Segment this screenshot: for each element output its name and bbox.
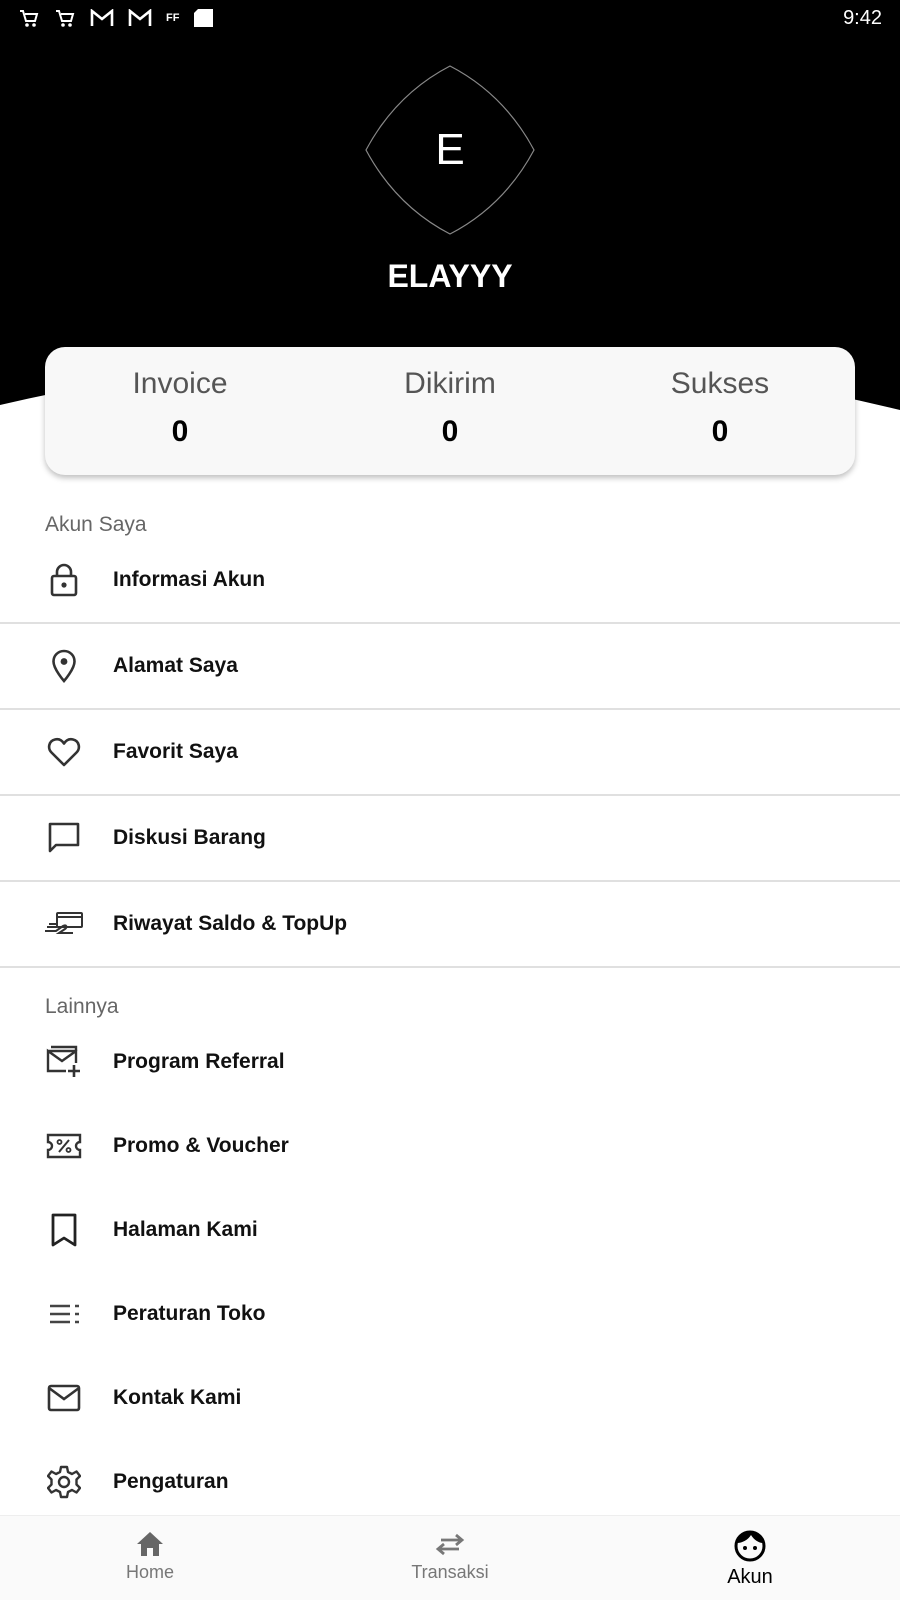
face-icon (734, 1530, 766, 1562)
list-icon (46, 1296, 82, 1332)
location-pin-icon (46, 648, 82, 684)
cart-icon (56, 10, 75, 27)
stat-value: 0 (711, 415, 729, 448)
menu-item-label: Informasi Akun (113, 568, 266, 591)
menu-item-label: Halaman Kami (113, 1218, 258, 1241)
menu-item-program-referral[interactable]: Program Referral (0, 1022, 900, 1102)
payment-hand-icon (43, 906, 85, 942)
menu-item-label: Riwayat Saldo & TopUp (113, 912, 348, 935)
menu-item-label: Peraturan Toko (113, 1302, 266, 1325)
menu-item-pengaturan[interactable]: Pengaturan (0, 1442, 900, 1522)
nav-home[interactable]: Home (0, 1516, 300, 1600)
heart-icon (46, 734, 82, 770)
stat-label: Dikirim (404, 367, 496, 400)
menu-item-alamat-saya[interactable]: Alamat Saya (0, 624, 900, 708)
bookmark-icon (46, 1212, 82, 1248)
stat-label: Sukses (670, 367, 770, 400)
ff-icon: FF (166, 12, 180, 24)
menu-item-label: Pengaturan (113, 1470, 229, 1493)
nav-label: Transaksi (411, 1562, 489, 1582)
nav-transaksi[interactable]: Transaksi (300, 1516, 600, 1600)
gmail-icon (90, 9, 114, 26)
profile-name: ELAYYY (387, 258, 513, 294)
stat-value: 0 (171, 415, 189, 448)
stat-value: 0 (441, 415, 459, 448)
stat-invoice[interactable]: Invoice 0 (45, 347, 315, 475)
menu-item-label: Diskusi Barang (113, 826, 266, 849)
swap-arrows-icon (435, 1533, 465, 1556)
divider (0, 966, 900, 968)
menu-item-halaman-kami[interactable]: Halaman Kami (0, 1190, 900, 1270)
lock-icon (46, 562, 82, 598)
menu-item-kontak-kami[interactable]: Kontak Kami (0, 1358, 900, 1438)
menu-item-peraturan-toko[interactable]: Peraturan Toko (0, 1274, 900, 1354)
stat-dikirim[interactable]: Dikirim 0 (315, 347, 585, 475)
nav-label: Home (125, 1562, 174, 1582)
section-title-akun-saya: Akun Saya (45, 513, 147, 536)
cart-icon (20, 10, 39, 27)
avatar-initial: E (435, 125, 465, 174)
menu-item-label: Kontak Kami (113, 1386, 242, 1409)
gear-icon (46, 1464, 82, 1500)
stat-label: Invoice (132, 367, 228, 400)
mail-icon (46, 1380, 82, 1416)
voucher-icon (46, 1128, 82, 1164)
menu-item-riwayat-saldo[interactable]: Riwayat Saldo & TopUp (0, 882, 900, 966)
order-stats-card: Invoice 0 Dikirim 0 Sukses 0 (45, 347, 855, 475)
menu-item-promo-voucher[interactable]: Promo & Voucher (0, 1106, 900, 1186)
menu-item-label: Favorit Saya (113, 740, 238, 763)
chat-bubble-icon (46, 820, 82, 856)
menu-item-label: Program Referral (113, 1050, 285, 1073)
sd-card-icon (194, 9, 214, 27)
gmail-icon (128, 9, 152, 26)
menu-item-label: Alamat Saya (113, 654, 238, 677)
stat-sukses[interactable]: Sukses 0 (585, 347, 855, 475)
bottom-navigation: Home Transaksi Akun (0, 1515, 900, 1600)
home-icon (137, 1532, 163, 1556)
nav-label: Akun (727, 1566, 773, 1588)
menu-item-informasi-akun[interactable]: Informasi Akun (0, 538, 900, 622)
menu-item-label: Promo & Voucher (113, 1134, 289, 1157)
status-bar: FF 9:42 (0, 0, 900, 36)
referral-mail-icon (46, 1044, 82, 1080)
status-time: 9:42 (843, 6, 882, 29)
section-title-lainnya: Lainnya (45, 995, 119, 1018)
menu-item-favorit-saya[interactable]: Favorit Saya (0, 710, 900, 794)
nav-akun[interactable]: Akun (600, 1516, 900, 1600)
menu-item-diskusi-barang[interactable]: Diskusi Barang (0, 796, 900, 880)
notification-icons: FF (18, 8, 215, 28)
